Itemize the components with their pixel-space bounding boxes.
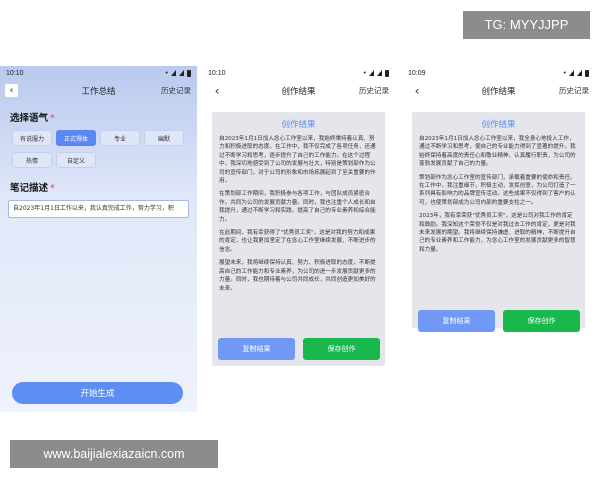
battery-icon [187, 69, 191, 77]
history-link[interactable]: 历史记录 [359, 85, 389, 96]
result-title: 创作结果 [481, 120, 516, 130]
save-creation-button[interactable]: 保存创作 [503, 310, 580, 332]
tone-option-enthusiastic[interactable]: 热情 [12, 152, 52, 168]
dot-icon: • [363, 69, 366, 77]
watermark-url: www.baijialexiazaicn.com [10, 440, 218, 468]
tone-option-formal[interactable]: 正式得体 [56, 130, 96, 146]
battery-icon [585, 69, 589, 77]
signal-icon [179, 70, 184, 76]
result-paragraph: 2023年，我有幸荣获"优秀员工奖"，这是公司对我工作的肯定和鼓励。我深知这个荣… [419, 213, 576, 253]
result-paragraph: 在此期间，我有幸获得了"优秀员工奖"，这是对我的努力和成果的肯定，也让我更加坚定… [219, 230, 376, 253]
result-title: 创作结果 [281, 120, 316, 130]
result-paragraph: 策划部作为念心工作室的宣传部门，承载着重要的使命和责任。在工作中，我注重细节，积… [419, 174, 576, 206]
page-title: 创作结果 [481, 87, 516, 97]
signal-icon [577, 70, 582, 76]
watermark-tg: TG: MYYJJPP [463, 11, 590, 39]
result-card: 创作结果 自2023年1月1日加入念心工作室以来，我始终秉持着认真、努力和积极进… [212, 112, 385, 366]
status-time: 10:10 [6, 69, 24, 77]
nav-bar: ‹ 创作结果 历史记录 [202, 80, 395, 102]
tone-option-professional[interactable]: 专业 [100, 130, 140, 146]
tone-option-humorous[interactable]: 幽默 [144, 130, 184, 146]
result-paragraph: 自2023年1月1日加入念心工作室以来，我始终秉持着认真、努力和积极进取的态度。… [219, 136, 376, 185]
result-paragraph: 展望未来，我将继续保持认真、努力、积极进取的态度，不断提高自己的工作能力和专业素… [219, 260, 376, 292]
tone-section-label: 选择语气 * [10, 113, 55, 124]
page-title: 创作结果 [281, 87, 316, 97]
history-link[interactable]: 历史记录 [161, 85, 191, 96]
back-icon[interactable]: ‹ [5, 84, 18, 97]
tone-option-persuasive[interactable]: 有说服力 [12, 130, 52, 146]
back-icon[interactable]: ‹ [408, 82, 426, 100]
status-bar: 10:10 • [202, 66, 395, 80]
copy-result-button[interactable]: 复制结果 [418, 310, 495, 332]
dot-icon: • [563, 69, 566, 77]
status-time: 10:09 [408, 69, 426, 77]
back-icon[interactable]: ‹ [208, 82, 226, 100]
wifi-icon [171, 70, 176, 76]
tone-option-custom[interactable]: 自定义 [56, 152, 96, 168]
history-link[interactable]: 历史记录 [559, 85, 589, 96]
start-generate-button[interactable]: 开始生成 [12, 382, 183, 404]
required-mark: * [50, 183, 55, 194]
battery-icon [385, 69, 389, 77]
nav-bar: ‹ 创作结果 历史记录 [402, 80, 595, 102]
wifi-icon [569, 70, 574, 76]
status-time: 10:10 [208, 69, 226, 77]
notes-input[interactable]: 自2023年1月1日工作以来，我认真完成工作，努力学习，积 [8, 200, 189, 218]
screen-result-1: 10:10 • ‹ 创作结果 历史记录 创作结果 自2023年1月1日加入念心工… [202, 66, 395, 412]
action-buttons: 复制结果 保存创作 [418, 310, 580, 332]
screen-result-2: 10:09 • ‹ 创作结果 历史记录 创作结果 自2023年1月1日加入念心工… [402, 66, 595, 412]
required-mark: * [50, 113, 55, 124]
result-paragraph: 自2023年1月1日加入念心工作室以来，我全身心地投入工作，通过不断学习和思考，… [419, 136, 576, 168]
result-paragraph: 在策划部工作期间，我积极参与各项工作，与团队成员紧密合作，共同为公司的发展贡献力… [219, 191, 376, 223]
status-bar: 10:10 • [0, 66, 197, 80]
wifi-icon [369, 70, 374, 76]
status-bar: 10:09 • [402, 66, 595, 80]
signal-icon [377, 70, 382, 76]
save-creation-button[interactable]: 保存创作 [303, 338, 380, 360]
notes-section-label: 笔记描述 * [10, 183, 55, 194]
action-buttons: 复制结果 保存创作 [218, 338, 380, 360]
page: TG: MYYJJPP 10:10 • ‹ 工作总结 历史记录 选择语气 * 有说… [0, 0, 600, 480]
dot-icon: • [165, 69, 168, 77]
screen-work-summary: 10:10 • ‹ 工作总结 历史记录 选择语气 * 有说服力 正式得体 专业 幽… [0, 66, 197, 412]
nav-bar: ‹ 工作总结 历史记录 [0, 80, 197, 102]
result-card: 创作结果 自2023年1月1日加入念心工作室以来，我全身心地投入工作，通过不断学… [412, 112, 585, 328]
tone-options: 有说服力 正式得体 专业 幽默 热情 自定义 [12, 130, 197, 168]
copy-result-button[interactable]: 复制结果 [218, 338, 295, 360]
page-title: 工作总结 [81, 87, 116, 97]
